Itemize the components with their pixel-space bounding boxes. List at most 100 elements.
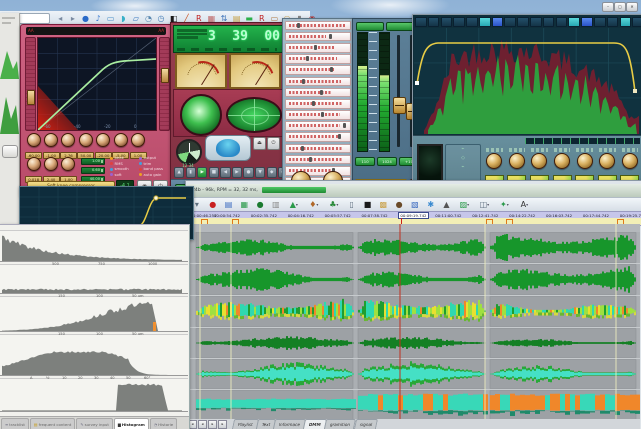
daw-toolbar-icon-7[interactable]: ♦	[304, 198, 324, 211]
chain-strip-9[interactable]	[285, 121, 351, 131]
chain-strip-8[interactable]	[285, 110, 351, 120]
transport-button-6[interactable]: ●	[243, 167, 253, 178]
maximize-button[interactable]: ▢	[614, 2, 626, 12]
ruler-timestamp-4[interactable]: 00:05:57.742	[325, 213, 351, 218]
ruler-timestamp-1[interactable]: 00:00:54.742	[214, 213, 240, 218]
fft-chip-1[interactable]: 1024	[377, 157, 397, 166]
tab-histogram[interactable]: ▆Histogram	[114, 418, 149, 429]
transport-button-4[interactable]: ◀	[220, 167, 230, 178]
daw-toolbar-icon-16[interactable]: ▨	[454, 198, 474, 211]
daw-toolbar-icon-3[interactable]: ▦	[236, 198, 252, 211]
analyzer-toolbar-button-13[interactable]	[581, 17, 593, 27]
track-nav-button-2[interactable]: ▸	[208, 420, 217, 429]
tab-signal[interactable]: signal	[353, 419, 378, 429]
chain-strip-handle[interactable]	[297, 23, 300, 28]
chain-strip-handle[interactable]	[301, 146, 304, 151]
transport-button-2[interactable]: ▶	[197, 167, 207, 178]
analyzer-toolbar-button-1[interactable]	[428, 17, 440, 27]
tab-frequent-content[interactable]: ▤frequent content	[30, 418, 75, 429]
transport-button-0[interactable]: ▲	[174, 167, 184, 178]
analyzer-toolbar-button-0[interactable]	[415, 17, 427, 27]
track-area[interactable]	[188, 224, 640, 421]
chain-strip-handle[interactable]	[309, 157, 312, 162]
slider-handle[interactable]	[161, 68, 169, 83]
chain-strip-6[interactable]	[285, 88, 351, 98]
ruler-timestamp-8[interactable]: 00:12:41.742	[472, 213, 498, 218]
minimize-button[interactable]: –	[602, 2, 614, 12]
chain-strip-handle[interactable]	[320, 90, 323, 95]
rack-power-button[interactable]: ⏻	[267, 137, 280, 150]
ruler-timestamp-10[interactable]: 00:16:03.742	[546, 213, 572, 218]
daw-toolbar-icon-2[interactable]: ▤	[221, 198, 237, 211]
ruler-timestamp-7[interactable]: 00:11:00.742	[435, 213, 461, 218]
ruler-timestamp-12[interactable]: 00:19:25.742	[620, 213, 641, 218]
fader-track-left[interactable]	[397, 35, 400, 147]
comp-check-left-3[interactable]: soft	[110, 172, 138, 178]
comp-knob[interactable]	[114, 133, 128, 147]
ruler-timestamp-9[interactable]: 00:14:22.742	[509, 213, 535, 218]
analyzer-toolbar-button-14[interactable]	[594, 17, 606, 27]
comp-check-right-3[interactable]: auto gain	[139, 172, 171, 178]
daw-toolbar-icon-19[interactable]: A	[514, 198, 534, 211]
comp-knob[interactable]	[27, 133, 41, 147]
fft-chip-0[interactable]: 110	[355, 157, 375, 166]
transport-button-1[interactable]: ▮	[186, 167, 196, 178]
input-slider[interactable]	[25, 37, 36, 131]
comp-spinner-1[interactable]: 0.60	[81, 167, 105, 174]
chain-strip-handle[interactable]	[338, 134, 341, 139]
fader-handle-left[interactable]	[393, 97, 406, 114]
spectrum-display[interactable]	[414, 28, 641, 134]
chain-strip-11[interactable]	[285, 144, 351, 154]
comp-knob[interactable]	[44, 157, 58, 171]
daw-toolbar-icon-11[interactable]: ▩	[375, 198, 391, 211]
analyzer-toolbar-button-9[interactable]	[530, 17, 542, 27]
ruler-timestamp-5[interactable]: 00:07:38.742	[362, 213, 388, 218]
daw-toolbar-icon-13[interactable]: ▧	[407, 198, 423, 211]
tab-informace[interactable]: Informace	[273, 419, 306, 429]
analyzer-toolbar-button-17[interactable]	[632, 17, 641, 27]
close-button[interactable]: ✕	[626, 2, 638, 12]
analyzer-toolbar-button-5[interactable]	[479, 17, 491, 27]
chain-strip-1[interactable]	[285, 32, 351, 42]
chain-strip-handle[interactable]	[343, 123, 346, 128]
chain-strip-handle[interactable]	[321, 112, 324, 117]
comp-knob[interactable]	[131, 133, 145, 147]
analyzer-toolbar-button-4[interactable]	[466, 17, 478, 27]
mini-button[interactable]	[2, 145, 18, 158]
rotary-meter-dial[interactable]	[176, 139, 202, 165]
chain-strip-5[interactable]	[285, 77, 351, 87]
transport-button-5[interactable]: ▶	[232, 167, 242, 178]
chain-strip-handle[interactable]	[312, 101, 315, 106]
eq-knob[interactable]	[531, 153, 547, 169]
eq-knob[interactable]	[486, 153, 502, 169]
comp-knob[interactable]	[61, 133, 75, 147]
chain-strip-7[interactable]	[285, 99, 351, 109]
output-slider[interactable]	[159, 37, 170, 131]
chain-strip-handle[interactable]	[314, 45, 317, 50]
chain-strip-handle[interactable]	[306, 56, 309, 61]
comp-knob[interactable]	[44, 133, 58, 147]
daw-toolbar-icon-10[interactable]: ■	[360, 198, 376, 211]
analyzer-toolbar-button-11[interactable]	[556, 17, 568, 27]
chain-strip-3[interactable]	[285, 54, 351, 64]
tab-playlist[interactable]: Playlist	[232, 419, 259, 429]
analyzer-toolbar-button-2[interactable]	[441, 17, 453, 27]
daw-toolbar-icon-4[interactable]: ●	[252, 198, 268, 211]
comp-spinner-0[interactable]: 1.00	[81, 158, 105, 165]
comp-knob[interactable]	[61, 157, 75, 171]
track-nav-button-3[interactable]: ▸	[218, 420, 227, 429]
comp-knob[interactable]	[96, 133, 110, 147]
daw-toolbar-icon-5[interactable]: ▥	[268, 198, 284, 211]
chain-strip-handle[interactable]	[302, 79, 305, 84]
tab-historie[interactable]: ◔Historie	[150, 418, 177, 429]
eq-knob[interactable]	[599, 153, 615, 169]
comp-knob[interactable]	[27, 157, 41, 171]
chain-strip-10[interactable]	[285, 132, 351, 142]
transport-button-7[interactable]: ▼	[255, 167, 265, 178]
chain-strip-2[interactable]	[285, 43, 351, 53]
daw-toolbar-icon-15[interactable]: ▲	[439, 198, 455, 211]
ruler-timestamp-6[interactable]: 00:09:19.742	[398, 212, 428, 219]
chain-strip-12[interactable]	[285, 155, 351, 165]
chain-strip-4[interactable]	[285, 65, 351, 75]
transport-button-3[interactable]: ■	[209, 167, 219, 178]
